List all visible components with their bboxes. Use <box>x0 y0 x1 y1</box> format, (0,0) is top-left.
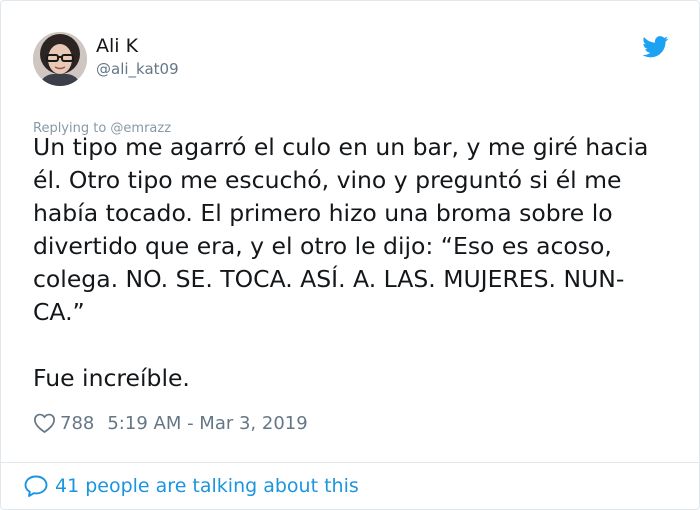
like-count[interactable]: 788 <box>60 413 94 434</box>
talking-about-text[interactable]: 41 people are talking about this <box>55 475 359 497</box>
tweet-closing-line: Fue increíble. <box>33 364 190 392</box>
tweet-line: había tocado. El primero hizo una broma … <box>33 199 613 227</box>
avatar[interactable] <box>33 32 87 86</box>
avatar-photo <box>33 32 87 86</box>
speech-bubble-icon <box>24 475 48 497</box>
tweet-line: divertido que era, y el otro le dijo: “E… <box>33 232 612 260</box>
tweet-meta: 788 5:19 AM - Mar 3, 2019 <box>33 410 308 436</box>
tweet-line: CA.” <box>33 298 85 326</box>
divider <box>1 462 699 463</box>
tweet-text: Un tipo me agarró el culo en un bar, y m… <box>33 131 669 395</box>
tweet-line: él. Otro tipo me escuchó, vino y pregunt… <box>33 166 622 194</box>
twitter-bird-icon[interactable] <box>642 36 669 58</box>
heart-outline-icon[interactable] <box>33 412 56 434</box>
user-handle[interactable]: @ali_kat09 <box>96 59 179 79</box>
tweet-card: Ali K @ali_kat09 Replying to @emrazz Un … <box>0 0 700 510</box>
user-name[interactable]: Ali K <box>96 34 138 58</box>
conversation-link[interactable]: 41 people are talking about this <box>23 472 359 500</box>
tweet-line: colega. NO. SE. TOCA. ASÍ. A. LAS. MUJER… <box>33 265 625 293</box>
tweet-line: Un tipo me agarró el culo en un bar, y m… <box>33 133 649 161</box>
timestamp[interactable]: 5:19 AM - Mar 3, 2019 <box>107 413 307 434</box>
